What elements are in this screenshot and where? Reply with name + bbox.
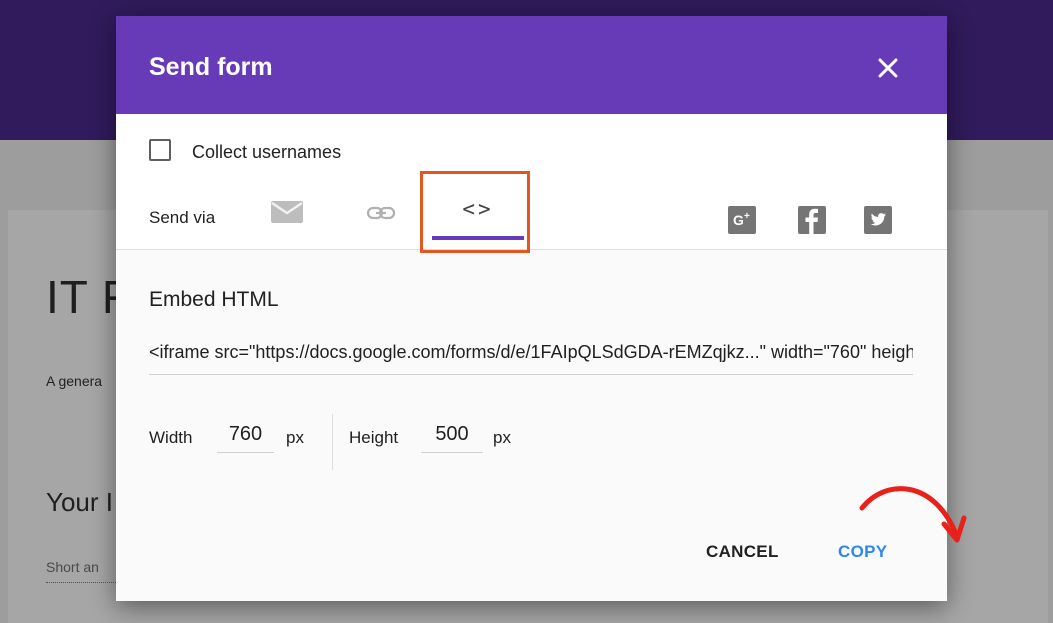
height-input[interactable]: 500 xyxy=(421,420,483,453)
svg-text:+: + xyxy=(744,211,750,222)
width-label: Width xyxy=(149,428,193,447)
tab-email[interactable] xyxy=(270,200,304,224)
copy-button[interactable]: COPY xyxy=(838,542,887,562)
annotation-highlight-box xyxy=(420,171,530,253)
facebook-icon xyxy=(798,206,826,234)
google-plus-icon: G + xyxy=(728,206,756,234)
dimension-divider xyxy=(332,414,333,470)
share-twitter-button[interactable] xyxy=(864,206,892,234)
send-options-area: Collect usernames Send via <> G + xyxy=(116,114,947,253)
embed-code-field[interactable]: <iframe src="https://docs.google.com/for… xyxy=(149,342,913,375)
close-button[interactable] xyxy=(872,52,904,84)
height-unit: px xyxy=(493,428,511,447)
form-answer-underline xyxy=(46,582,126,583)
send-form-dialog: Send form Collect usernames Send via <> xyxy=(116,16,967,601)
send-via-label: Send via xyxy=(149,208,216,227)
collect-usernames-label: Collect usernames xyxy=(192,142,342,162)
height-label: Height xyxy=(349,428,399,447)
close-icon xyxy=(878,58,898,78)
form-short-answer-placeholder: Short an xyxy=(46,559,99,575)
link-icon xyxy=(366,206,396,220)
dialog-title: Send form xyxy=(149,53,273,81)
share-google-plus-button[interactable]: G + xyxy=(728,206,756,234)
width-input[interactable]: 760 xyxy=(217,420,274,453)
collect-usernames-checkbox[interactable] xyxy=(149,139,171,161)
email-icon xyxy=(271,201,303,223)
svg-text:G: G xyxy=(733,212,744,228)
width-unit: px xyxy=(286,428,304,447)
tab-link[interactable] xyxy=(366,202,396,224)
embed-html-heading: Embed HTML xyxy=(149,288,279,311)
twitter-icon xyxy=(864,206,892,234)
cancel-button[interactable]: CANCEL xyxy=(706,542,779,562)
form-description: A genera xyxy=(46,373,103,389)
share-facebook-button[interactable] xyxy=(798,206,826,234)
dialog-header: Send form xyxy=(116,16,947,114)
form-question-title: Your I xyxy=(46,487,113,517)
